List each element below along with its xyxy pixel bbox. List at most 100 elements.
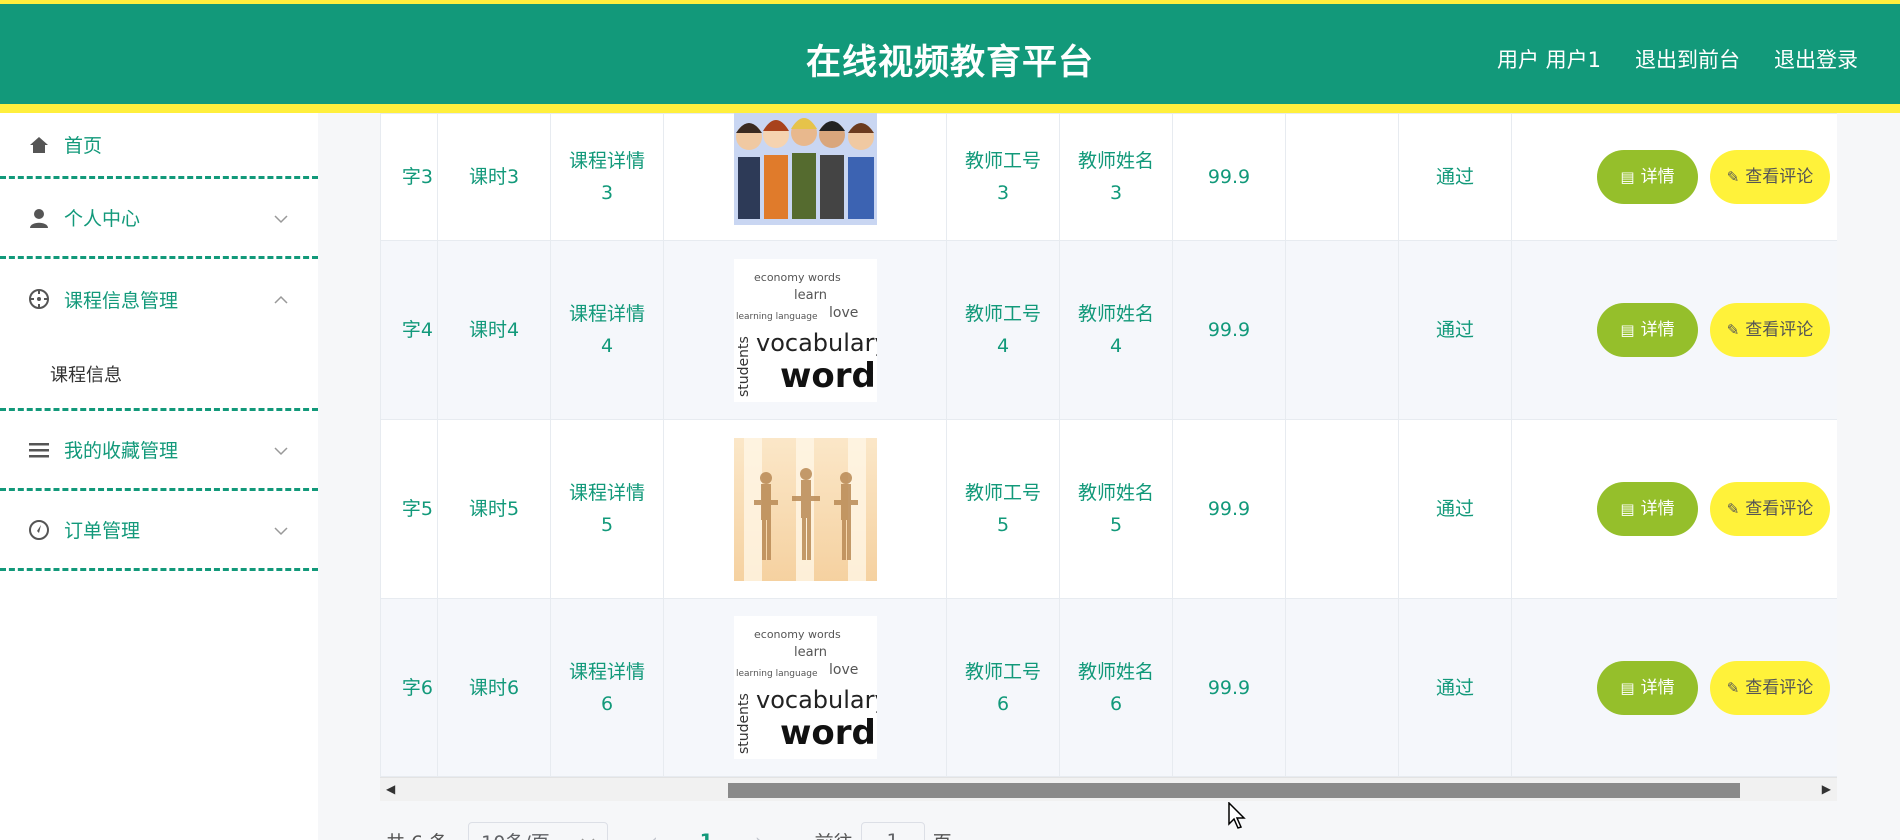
empty-cell	[1285, 598, 1399, 777]
sidebar-item-home[interactable]: 首页	[0, 113, 318, 179]
next-page-button[interactable]: ›	[755, 830, 763, 840]
header-bar: 在线视频教育平台 用户 用户1 退出到前台 退出登录	[0, 4, 1900, 104]
actions-cell: ▤ 详情 ✎ 查看评论	[1511, 419, 1837, 599]
course-image-yoga	[733, 437, 877, 581]
lesson-cell: 课时6	[437, 598, 551, 777]
table-row: 字3 课时3 课程详情 3 教师工号 3 教师姓名 3 99.9 通过 ▤ 详情…	[380, 113, 1837, 241]
prev-page-button[interactable]: ‹	[650, 830, 658, 840]
document-icon: ▤	[1620, 168, 1635, 186]
detail-button[interactable]: ▤ 详情	[1597, 482, 1698, 536]
pencil-icon: ✎	[1726, 500, 1740, 518]
svg-text:economy words: economy words	[754, 628, 841, 641]
status-cell: 通过	[1398, 240, 1512, 420]
back-to-front-link[interactable]: 退出到前台	[1635, 44, 1740, 74]
actions-cell: ▤ 详情 ✎ 查看评论	[1511, 113, 1837, 241]
total-count: 共 6 条	[386, 828, 448, 840]
svg-text:words: words	[780, 356, 877, 396]
pencil-icon: ✎	[1726, 678, 1740, 697]
table-row: 字5 课时5 课程详情 5 教师工号 5 教师姓名 5 99.9 通过 ▤ 详情…	[380, 419, 1837, 599]
course-name-cell: 字3	[380, 113, 438, 241]
view-review-button[interactable]: ✎ 查看评论	[1710, 303, 1830, 357]
goto-page-input[interactable]: 1	[860, 822, 925, 840]
teacher-name-cell: 教师姓名 6	[1059, 598, 1173, 777]
document-icon: ▤	[1620, 500, 1635, 518]
teacher-no-cell: 教师工号 6	[946, 598, 1060, 777]
course-image-cartoon	[733, 113, 877, 225]
course-table: 字3 课时3 课程详情 3 教师工号 3 教师姓名 3 99.9 通过 ▤ 详情…	[380, 113, 1837, 800]
sidebar-item-course-management[interactable]: 课程信息管理	[0, 259, 318, 339]
pagination: 共 6 条 10条/页 ‹ 1 › 前往 1 页	[386, 821, 952, 840]
sidebar-item-personal-center[interactable]: 个人中心	[0, 179, 318, 259]
chevron-down-icon	[274, 519, 288, 541]
detail-button-label: 详情	[1640, 499, 1675, 519]
user-icon	[26, 205, 52, 231]
scroll-left-icon[interactable]: ◀	[386, 782, 395, 796]
detail-cell: 课程详情 4	[550, 240, 664, 420]
page-number-current[interactable]: 1	[700, 830, 713, 840]
detail-cell: 课程详情 5	[550, 419, 664, 599]
table-row: 字4 课时4 课程详情 4 economy words learn love le…	[380, 240, 1837, 420]
user-label[interactable]: 用户 用户1	[1497, 44, 1601, 74]
review-button-label: 查看评论	[1745, 167, 1814, 187]
status-cell: 通过	[1398, 419, 1512, 599]
detail-button[interactable]: ▤ 详情	[1597, 303, 1698, 357]
svg-text:learn: learn	[794, 288, 827, 303]
sidebar-item-label: 个人中心	[64, 208, 141, 230]
logout-link[interactable]: 退出登录	[1774, 44, 1858, 74]
sidebar-item-label: 首页	[64, 135, 103, 157]
sidebar-subitem-course-info[interactable]: 课程信息	[0, 339, 318, 411]
svg-text:love: love	[829, 662, 858, 678]
teacher-no-cell: 教师工号 4	[946, 240, 1060, 420]
actions-cell: ▤ 详情 ✎ 查看评论	[1511, 598, 1837, 777]
page-unit-label: 页	[933, 828, 952, 840]
view-review-button[interactable]: ✎ 查看评论	[1710, 660, 1830, 715]
course-image-cell: economy words learn love learning langua…	[663, 240, 947, 420]
chevron-down-icon	[581, 830, 595, 840]
course-image-vocabulary: economy words learn love learning langua…	[733, 616, 877, 759]
pencil-icon: ✎	[1726, 168, 1740, 186]
sidebar-item-label: 订单管理	[64, 520, 141, 542]
view-review-button[interactable]: ✎ 查看评论	[1710, 482, 1830, 536]
course-name-cell: 字5	[380, 419, 438, 599]
price-cell: 99.9	[1172, 240, 1286, 420]
course-image-cell	[663, 419, 947, 599]
main-content: 字3 课时3 课程详情 3 教师工号 3 教师姓名 3 99.9 通过 ▤ 详情…	[318, 113, 1900, 840]
teacher-name-cell: 教师姓名 3	[1059, 113, 1173, 241]
review-button-label: 查看评论	[1745, 499, 1814, 519]
page-size-select[interactable]: 10条/页	[468, 822, 609, 840]
sidebar-item-label: 课程信息管理	[64, 289, 179, 312]
sidebar-item-favorites[interactable]: 我的收藏管理	[0, 411, 318, 491]
pencil-icon: ✎	[1726, 321, 1740, 339]
empty-cell	[1285, 113, 1399, 241]
horizontal-scrollbar[interactable]: ◀ ▶	[380, 777, 1837, 801]
page-size-value: 10条/页	[481, 828, 550, 840]
scroll-right-icon[interactable]: ▶	[1822, 782, 1831, 796]
scrollbar-thumb[interactable]	[728, 783, 1740, 798]
svg-text:love: love	[829, 305, 858, 321]
course-image-cell	[663, 113, 947, 241]
table-row: 字6 课时6 课程详情 6 economy words learn love le…	[380, 598, 1837, 777]
lesson-cell: 课时3	[437, 113, 551, 241]
svg-text:economy words: economy words	[754, 271, 841, 284]
list-icon	[26, 437, 52, 463]
svg-text:vocabulary: vocabulary	[756, 686, 877, 714]
svg-text:students: students	[736, 336, 752, 397]
detail-button[interactable]: ▤ 详情	[1597, 150, 1698, 204]
sidebar: 首页 个人中心 课程信息管理 课程信息 我的收藏管理 订单管理	[0, 113, 318, 840]
header-actions: 用户 用户1 退出到前台 退出登录	[1497, 44, 1858, 74]
sidebar-item-orders[interactable]: 订单管理	[0, 491, 318, 571]
course-image-vocabulary: economy words learn love learning langua…	[733, 258, 877, 402]
sidebar-item-label: 我的收藏管理	[64, 440, 179, 462]
clock-icon	[26, 517, 52, 543]
teacher-name-cell: 教师姓名 5	[1059, 419, 1173, 599]
price-cell: 99.9	[1172, 113, 1286, 241]
detail-button-label: 详情	[1640, 167, 1675, 187]
empty-cell	[1285, 240, 1399, 420]
actions-cell: ▤ 详情 ✎ 查看评论	[1511, 240, 1837, 420]
view-review-button[interactable]: ✎ 查看评论	[1710, 150, 1830, 204]
detail-button[interactable]: ▤ 详情	[1597, 660, 1698, 715]
detail-cell: 课程详情 6	[550, 598, 664, 777]
empty-cell	[1285, 419, 1399, 599]
teacher-no-cell: 教师工号 5	[946, 419, 1060, 599]
detail-button-label: 详情	[1640, 677, 1675, 698]
